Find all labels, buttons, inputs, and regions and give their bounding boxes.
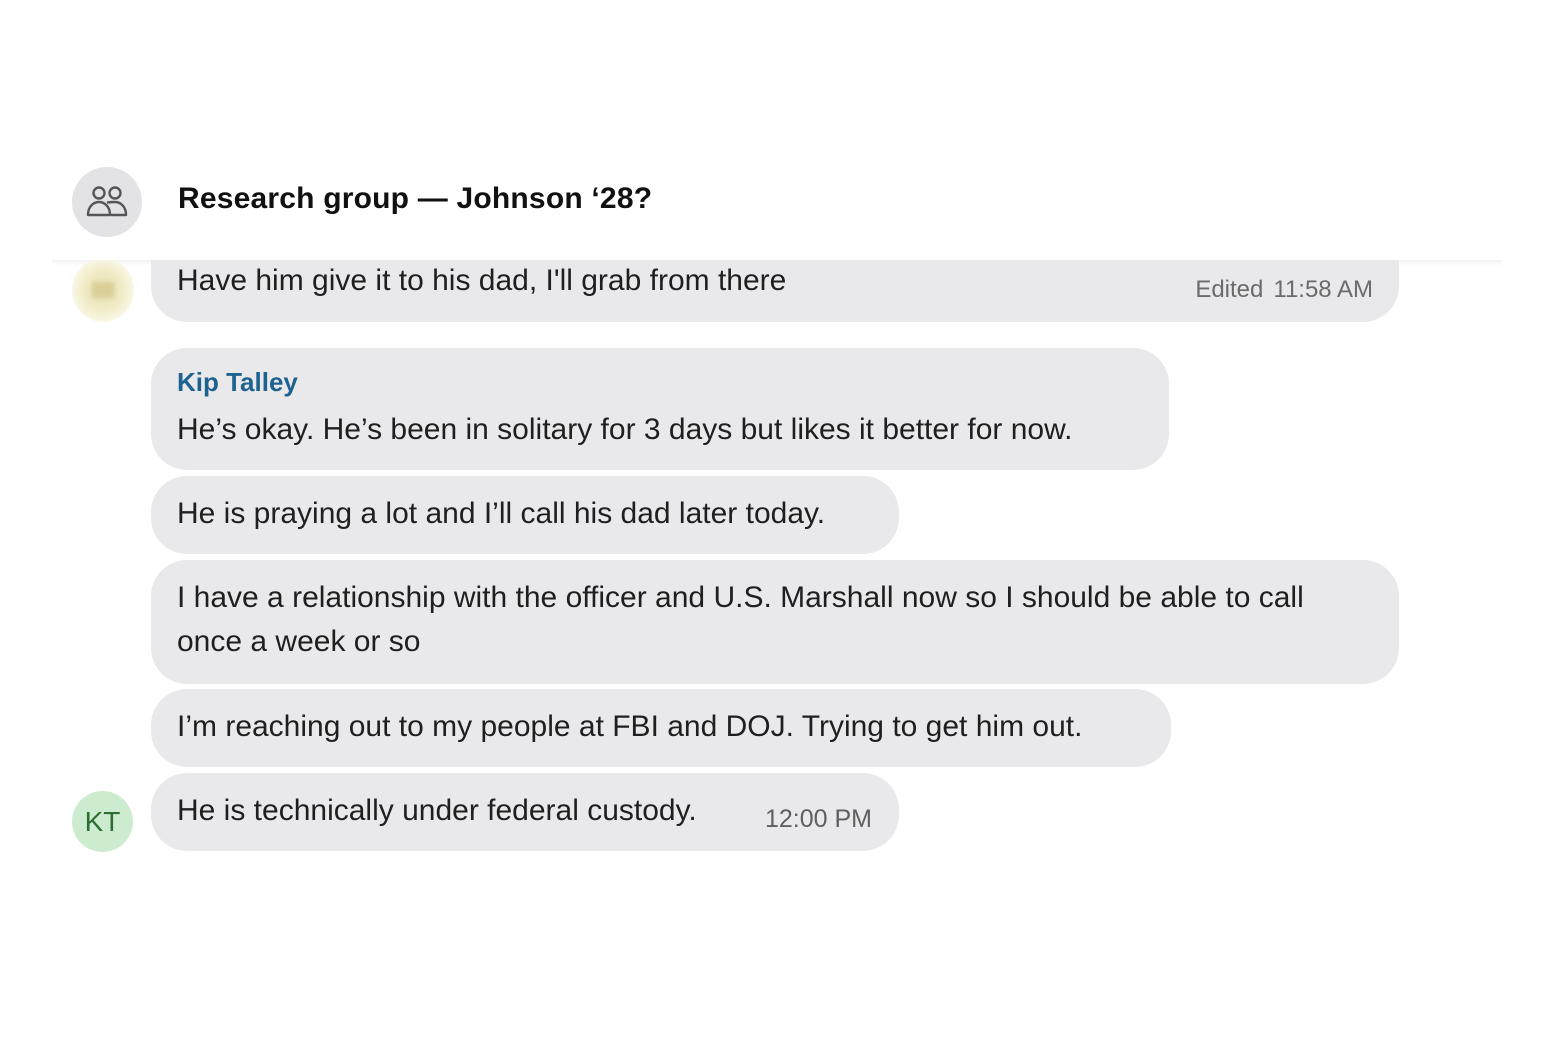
message-bubble[interactable]: I have a relationship with the officer a… (151, 560, 1399, 684)
message-bubble[interactable]: He is technically under federal custody.… (151, 773, 899, 851)
message-bubble[interactable]: Kip Talley He’s okay. He’s been in solit… (151, 348, 1169, 470)
edited-label: Edited (1195, 276, 1264, 303)
message-text: He is praying a lot and I’ll call his da… (177, 497, 826, 530)
avatar-redacted (72, 258, 134, 322)
message-meta: Edited 11:58 AM (1195, 268, 1373, 312)
sender-name[interactable]: Kip Talley (177, 362, 298, 402)
chat-title: Research group — Johnson ‘28? (178, 182, 653, 215)
redaction-pixels (92, 282, 114, 298)
message-text: I’m reaching out to my people at FBI and… (177, 710, 1083, 743)
message-text: He’s okay. He’s been in solitary for 3 d… (177, 413, 1073, 446)
message-bubble[interactable]: He is praying a lot and I’ll call his da… (151, 476, 899, 554)
chat-window: Research group — Johnson ‘28? Have him g… (0, 0, 1560, 1040)
group-avatar[interactable] (72, 167, 142, 237)
message-text: Have him give it to his dad, I'll grab f… (177, 264, 787, 297)
message-time: 11:58 AM (1273, 276, 1373, 303)
message-time: 12:00 PM (765, 805, 873, 833)
message-bubble[interactable]: Have him give it to his dad, I'll grab f… (151, 258, 1399, 322)
chat-header: Research group — Johnson ‘28? (52, 150, 1502, 260)
message-bubble[interactable]: I’m reaching out to my people at FBI and… (151, 689, 1171, 767)
sender-avatar[interactable]: KT (72, 791, 133, 852)
message-text: I have a relationship with the officer a… (177, 581, 1304, 658)
message-text: He is technically under federal custody. (177, 794, 697, 827)
group-icon (86, 186, 128, 217)
